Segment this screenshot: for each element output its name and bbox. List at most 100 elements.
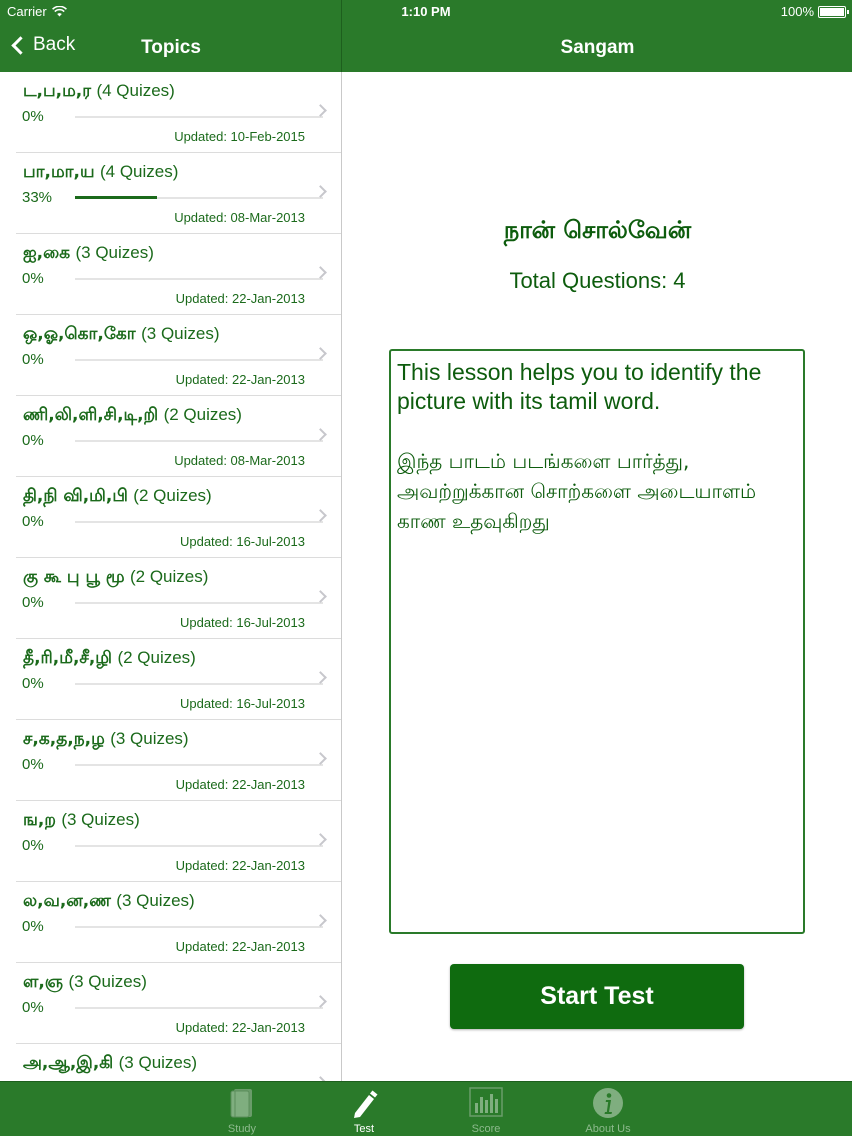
topic-quiz-count: (3 Quizes): [75, 243, 154, 262]
tab-label: Test: [353, 1123, 375, 1135]
topic-progress-bar: [75, 845, 323, 847]
topic-letters: ஒ,ஓ,கொ,கோ: [23, 324, 136, 344]
topic-title: ல,வ,ன,ண (3 Quizes): [23, 891, 195, 913]
lesson-detail: நான் சொல்வேன் Total Questions: 4 This le…: [343, 72, 852, 1081]
topic-updated-date: Updated: 22-Jan-2013: [175, 1020, 305, 1035]
topics-nav-bar: Back Topics: [0, 24, 342, 72]
topic-quiz-count: (2 Quizes): [130, 567, 209, 586]
topic-progress-bar: [75, 116, 323, 118]
topic-title: ஒ,ஓ,கொ,கோ (3 Quizes): [23, 324, 220, 346]
topic-progress-fill: [75, 196, 157, 199]
chevron-right-icon: [314, 347, 327, 360]
chevron-right-icon: [314, 104, 327, 117]
chevron-right-icon: [314, 914, 327, 927]
topic-row[interactable]: ள,ஞ (3 Quizes) 0% Updated: 22-Jan-2013: [16, 963, 341, 1044]
topic-updated-date: Updated: 22-Jan-2013: [175, 372, 305, 387]
status-right: 100%: [780, 4, 849, 19]
topic-progress-percent: 0%: [22, 351, 44, 368]
topic-quiz-count: (3 Quizes): [61, 810, 140, 829]
topic-progress-percent: 0%: [22, 675, 44, 692]
book-icon: [230, 1089, 252, 1118]
topic-letters: ச,க,த,ந,ழ: [23, 729, 105, 749]
topic-row[interactable]: ஒ,ஓ,கொ,கோ (3 Quizes) 0% Updated: 22-Jan-20…: [16, 315, 341, 396]
topic-quiz-count: (3 Quizes): [110, 729, 189, 748]
description-tamil: இந்த பாடம் படங்களை பார்த்து, அவற்றுக்கான…: [397, 449, 757, 533]
topic-progress-bar: [75, 764, 323, 766]
topic-updated-date: Updated: 22-Jan-2013: [175, 777, 305, 792]
topic-progress-percent: 33%: [22, 189, 53, 206]
topic-row[interactable]: ணி,லி,ளி,சி,டி,றி (2 Quizes) 0% Updated: 0…: [16, 396, 341, 477]
detail-title: Sangam: [560, 37, 635, 58]
start-test-button[interactable]: Start Test: [450, 964, 744, 1029]
topic-quiz-count: (3 Quizes): [118, 1053, 198, 1072]
topics-list[interactable]: ட,ப,ம,ர (4 Quizes) 0% Updated: 10-Feb-2015…: [0, 72, 342, 1081]
lesson-description-box[interactable]: This lesson helps you to identify the pi…: [389, 349, 805, 934]
topic-title: அ,ஆ,இ,கி (3 Quizes): [23, 1053, 197, 1075]
lesson-title: நான் சொல்வேன்: [503, 216, 692, 244]
topic-title: ணி,லி,ளி,சி,டி,றி (2 Quizes): [23, 405, 242, 427]
topic-updated-date: Updated: 10-Feb-2015: [174, 129, 305, 144]
tab-score[interactable]: Score: [441, 1082, 531, 1136]
tab-label: About Us: [585, 1123, 631, 1135]
topic-progress-bar: [75, 1007, 323, 1009]
topic-updated-date: Updated: 16-Jul-2013: [179, 534, 305, 549]
topic-title: கு கூ பு பூ மூ (2 Quizes): [23, 567, 208, 589]
topic-letters: ட,ப,ம,ர: [23, 81, 92, 101]
topic-progress-percent: 0%: [22, 999, 44, 1016]
topics-title: Topics: [141, 37, 201, 58]
topic-quiz-count: (2 Quizes): [163, 405, 242, 424]
topic-row[interactable]: ங,ற (3 Quizes) 0% Updated: 22-Jan-2013: [16, 801, 341, 882]
topic-row[interactable]: ஐ,கை (3 Quizes) 0% Updated: 22-Jan-2013: [16, 234, 341, 315]
chevron-right-icon: [314, 995, 327, 1008]
topic-letters: பா,மா,ய: [23, 162, 95, 182]
topic-title: தீ,ரி,மீ,சீ,ழி (2 Quizes): [23, 648, 196, 670]
topic-progress-percent: 0%: [22, 432, 44, 449]
topic-progress-percent: 0%: [22, 513, 44, 530]
tab-test[interactable]: Test: [319, 1082, 409, 1136]
topic-quiz-count: (3 Quizes): [68, 972, 147, 991]
topic-letters: தீ,ரி,மீ,சீ,ழி: [23, 648, 113, 668]
topic-progress-bar: [75, 926, 323, 928]
topic-row[interactable]: ல,வ,ன,ண (3 Quizes) 0% Updated: 22-Jan-2013: [16, 882, 341, 963]
topic-quiz-count: (4 Quizes): [100, 162, 179, 181]
topic-row[interactable]: ட,ப,ம,ர (4 Quizes) 0% Updated: 10-Feb-2015: [16, 72, 341, 153]
topic-letters: ள,ஞ: [23, 972, 64, 992]
chevron-right-icon: [314, 509, 327, 522]
top-bar: Carrier 1:10 PM 100% Back Topics Sangam: [0, 0, 852, 72]
topic-row[interactable]: கு கூ பு பூ மூ (2 Quizes) 0% Updated: 16-J…: [16, 558, 341, 639]
chevron-right-icon: [314, 428, 327, 441]
topic-progress-bar: [75, 196, 323, 199]
total-questions: Total Questions: 4: [509, 268, 686, 293]
topic-quiz-count: (2 Quizes): [133, 486, 212, 505]
chevron-right-icon: [314, 671, 327, 684]
tab-about-us[interactable]: About Us: [563, 1082, 653, 1136]
topic-progress-percent: 0%: [22, 594, 44, 611]
topic-updated-date: Updated: 08-Mar-2013: [174, 453, 305, 468]
topic-row[interactable]: பா,மா,ய (4 Quizes) 33% Updated: 08-Mar-201…: [16, 153, 341, 234]
topic-quiz-count: (2 Quizes): [117, 648, 196, 667]
topic-progress-bar: [75, 602, 323, 604]
topic-row[interactable]: ச,க,த,ந,ழ (3 Quizes) 0% Updated: 22-Jan-20…: [16, 720, 341, 801]
tab-study[interactable]: Study: [197, 1082, 287, 1136]
description-english: This lesson helps you to identify the pi…: [397, 359, 762, 414]
chevron-right-icon: [314, 833, 327, 846]
topic-title: ச,க,த,ந,ழ (3 Quizes): [23, 729, 189, 751]
topic-row[interactable]: தி,நி வி,மி,பி (2 Quizes) 0% Updated: 16-J…: [16, 477, 341, 558]
topic-title: ங,ற (3 Quizes): [23, 810, 140, 832]
topic-progress-bar: [75, 278, 323, 280]
topic-letters: அ,ஆ,இ,கி: [23, 1053, 114, 1073]
topic-progress-bar: [75, 683, 323, 685]
topic-title: பா,மா,ய (4 Quizes): [23, 162, 178, 184]
topic-title: ட,ப,ம,ர (4 Quizes): [23, 81, 175, 103]
topic-updated-date: Updated: 16-Jul-2013: [179, 696, 305, 711]
status-bar: Carrier 1:10 PM 100%: [0, 0, 852, 24]
topic-row[interactable]: தீ,ரி,மீ,சீ,ழி (2 Quizes) 0% Updated: 16-J…: [16, 639, 341, 720]
topic-letters: கு கூ பு பூ மூ: [23, 567, 125, 587]
topic-updated-date: Updated: 08-Mar-2013: [174, 210, 305, 225]
chevron-right-icon: [314, 752, 327, 765]
topic-letters: தி,நி வி,மி,பி: [23, 486, 128, 506]
topic-progress-percent: 0%: [22, 756, 44, 773]
topic-row[interactable]: அ,ஆ,இ,கி (3 Quizes): [16, 1044, 341, 1081]
topic-quiz-count: (3 Quizes): [141, 324, 220, 343]
battery-label: 100%: [780, 4, 814, 19]
